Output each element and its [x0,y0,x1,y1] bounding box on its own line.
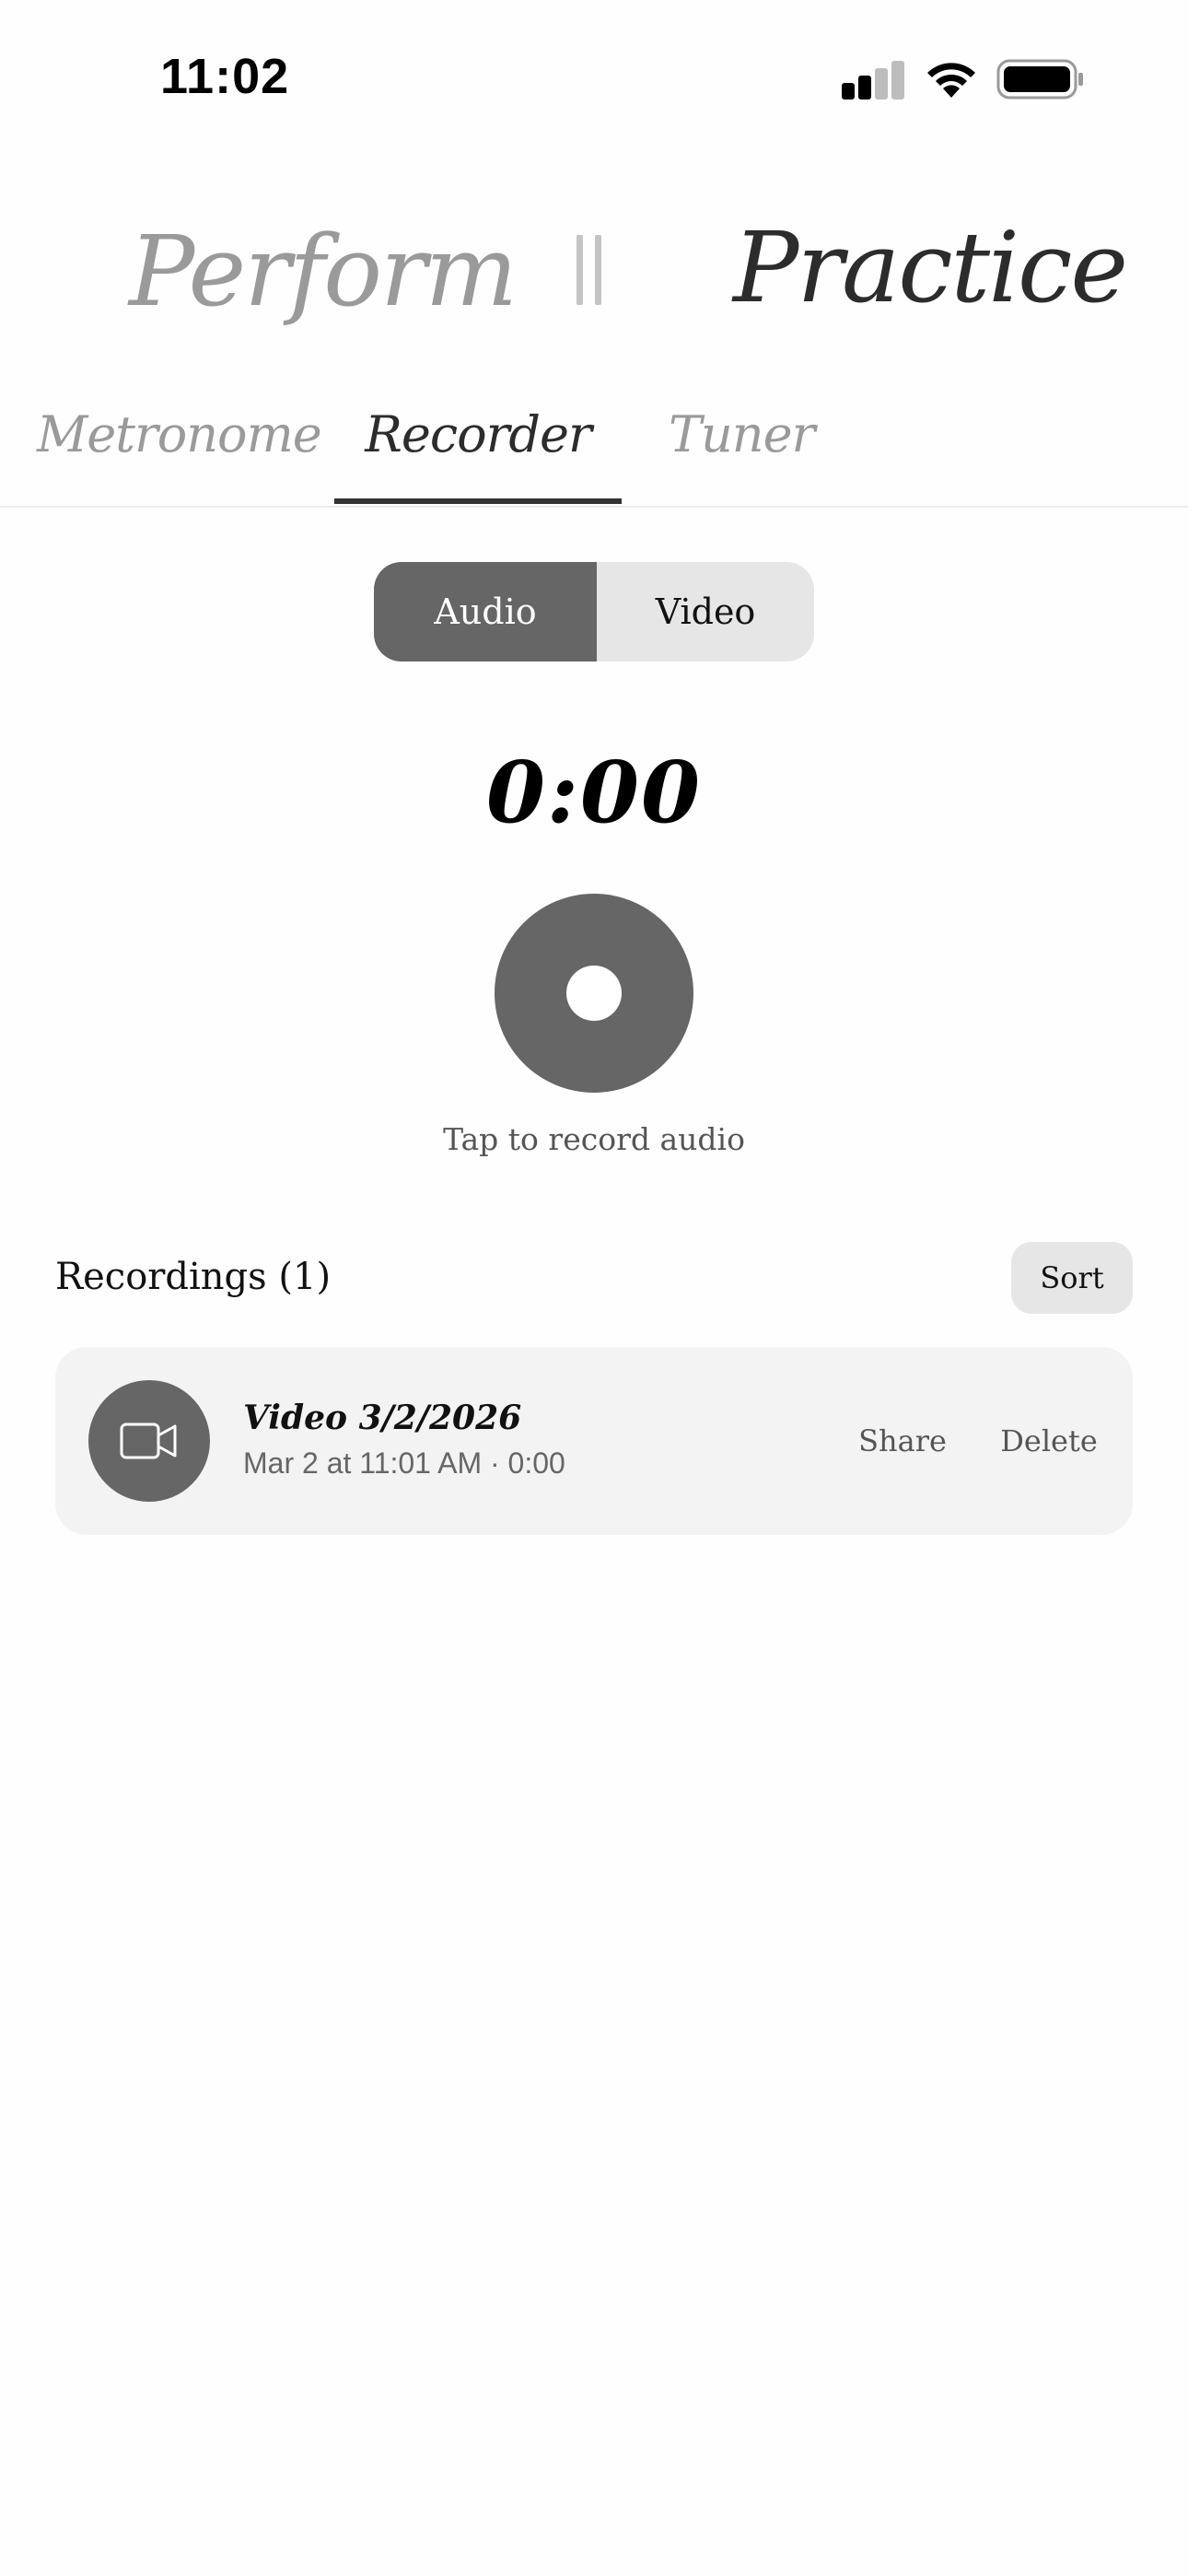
sort-button[interactable]: Sort [1011,1242,1133,1314]
mode-divider [577,235,608,305]
record-button[interactable] [495,894,693,1093]
active-tab-indicator [334,498,622,504]
record-dot-icon [566,966,622,1021]
delete-button[interactable]: Delete [980,1411,1118,1470]
recording-meta: Mar 2 at 11:01 AM · 0:00 [243,1446,565,1480]
mode-practice-button[interactable]: Practice [733,199,1128,337]
recording-thumbnail[interactable] [88,1380,210,1502]
segment-video[interactable]: Video [597,562,814,662]
status-time: 11:02 [160,49,290,104]
share-button[interactable]: Share [838,1411,967,1470]
mode-perform-button[interactable]: Perform [129,203,518,341]
tab-recorder[interactable]: Recorder [335,396,621,474]
media-type-segmented-control: Audio Video [374,562,814,662]
segment-audio[interactable]: Audio [374,562,597,662]
video-camera-icon [120,1423,177,1459]
record-hint: Tap to record audio [443,1121,745,1157]
tab-tuner[interactable]: Tuner [669,396,815,474]
wifi-icon [927,63,975,98]
tab-metronome[interactable]: Metronome [37,396,322,474]
tabs-divider [0,506,1188,508]
recording-name: Video 3/2/2026 [243,1399,522,1437]
battery-icon [996,59,1083,100]
recording-list-item[interactable]: Video 3/2/2026 Mar 2 at 11:01 AM · 0:00 … [55,1347,1133,1535]
cellular-signal-icon [842,61,904,100]
recordings-title: Recordings (1) [55,1256,332,1298]
recording-timer: 0:00 [485,743,702,842]
